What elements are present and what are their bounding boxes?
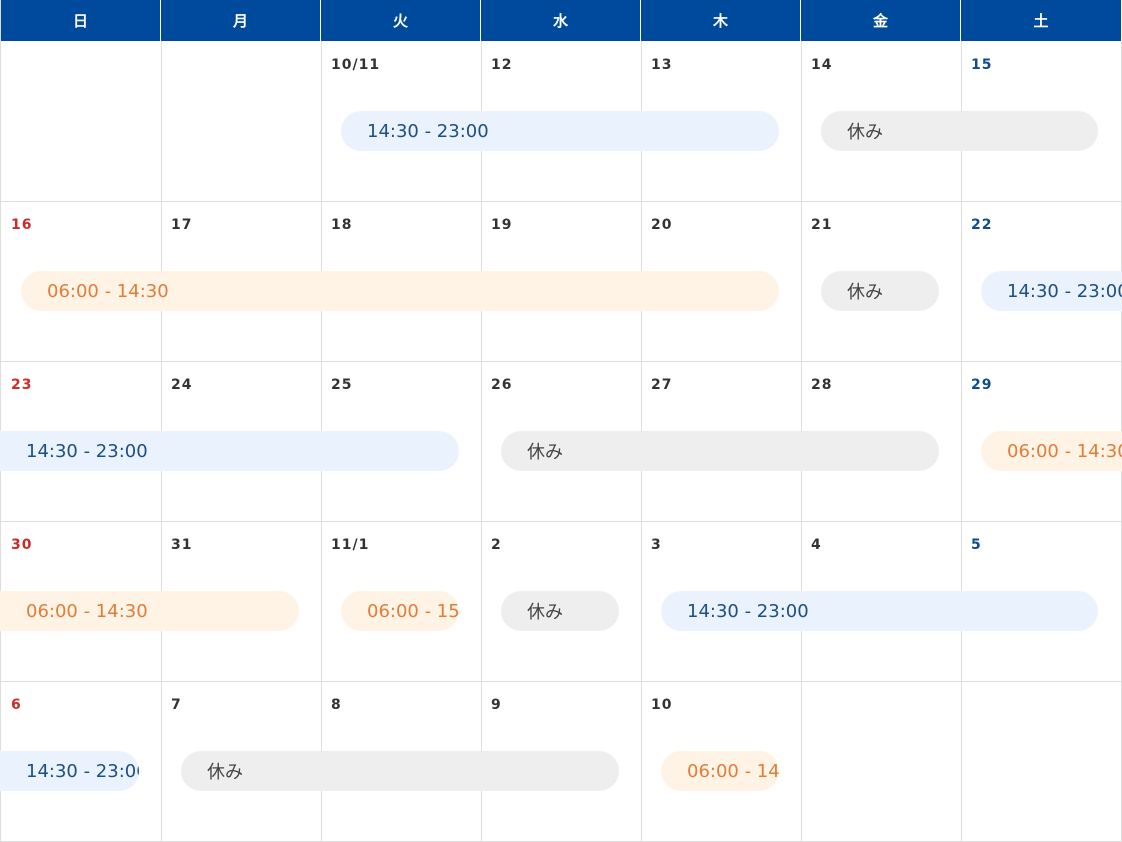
weekday-header: 日 (1, 0, 161, 41)
shift-bar-off[interactable]: 休み (501, 431, 939, 471)
grid-row-divider (0, 201, 1122, 202)
shift-bar-late[interactable]: 14:30 - 23:00 (0, 431, 459, 471)
day-number: 20 (651, 217, 673, 233)
grid-row-divider (0, 681, 1122, 682)
shift-bar-late[interactable]: 14:30 - 23:00 (0, 751, 139, 791)
day-number: 27 (651, 377, 673, 393)
weekday-header: 木 (641, 0, 801, 41)
day-number: 29 (971, 377, 993, 393)
day-number: 6 (11, 697, 22, 713)
grid-row-divider (0, 361, 1122, 362)
shift-bar-early[interactable]: 06:00 - 14:30 (661, 751, 779, 791)
shift-bar-off[interactable]: 休み (181, 751, 619, 791)
shift-bar-late[interactable]: 14:30 - 23:00 (981, 271, 1122, 311)
grid-column-divider (481, 41, 482, 842)
day-number: 13 (651, 57, 673, 73)
grid-border-left (0, 0, 1, 842)
day-number: 25 (331, 377, 353, 393)
shift-bar-off[interactable]: 休み (821, 111, 1098, 151)
weekday-header: 月 (161, 0, 321, 41)
day-number: 22 (971, 217, 993, 233)
day-number: 10 (651, 697, 673, 713)
day-number: 30 (11, 537, 33, 553)
shift-bar-early[interactable]: 06:00 - 14:30 (0, 591, 299, 631)
weekday-header: 水 (481, 0, 641, 41)
day-number: 9 (491, 697, 502, 713)
shift-bar-off[interactable]: 休み (821, 271, 939, 311)
day-number: 26 (491, 377, 513, 393)
day-number: 23 (11, 377, 33, 393)
shift-bar-late[interactable]: 14:30 - 23:00 (341, 111, 779, 151)
day-number: 7 (171, 697, 182, 713)
day-number: 17 (171, 217, 193, 233)
weekday-header: 火 (321, 0, 481, 41)
day-number: 3 (651, 537, 662, 553)
day-number: 19 (491, 217, 513, 233)
weekday-header: 土 (961, 0, 1122, 41)
day-number: 14 (811, 57, 833, 73)
day-number: 10/11 (331, 57, 381, 73)
grid-column-divider (961, 41, 962, 842)
grid-row-divider (0, 521, 1122, 522)
shift-bar-off[interactable]: 休み (501, 591, 619, 631)
day-number: 5 (971, 537, 982, 553)
day-number: 28 (811, 377, 833, 393)
day-number: 21 (811, 217, 833, 233)
day-number: 11/1 (331, 537, 370, 553)
shift-bar-early[interactable]: 06:00 - 14:30 (21, 271, 779, 311)
day-number: 24 (171, 377, 193, 393)
weekday-header: 金 (801, 0, 961, 41)
shift-bar-late[interactable]: 14:30 - 23:00 (661, 591, 1098, 631)
day-number: 15 (971, 57, 993, 73)
day-number: 16 (11, 217, 33, 233)
shift-bar-early[interactable]: 06:00 - 15:45 (341, 591, 459, 631)
day-number: 18 (331, 217, 353, 233)
day-number: 2 (491, 537, 502, 553)
day-number: 31 (171, 537, 193, 553)
day-number: 4 (811, 537, 822, 553)
shift-calendar: 日月火水木金土 10/11 12 13 14 15 14:30 - 23:00 休み 16 17 1… (0, 0, 1122, 842)
day-number: 12 (491, 57, 513, 73)
shift-bar-early[interactable]: 06:00 - 14:30 (981, 431, 1122, 471)
day-number: 8 (331, 697, 342, 713)
